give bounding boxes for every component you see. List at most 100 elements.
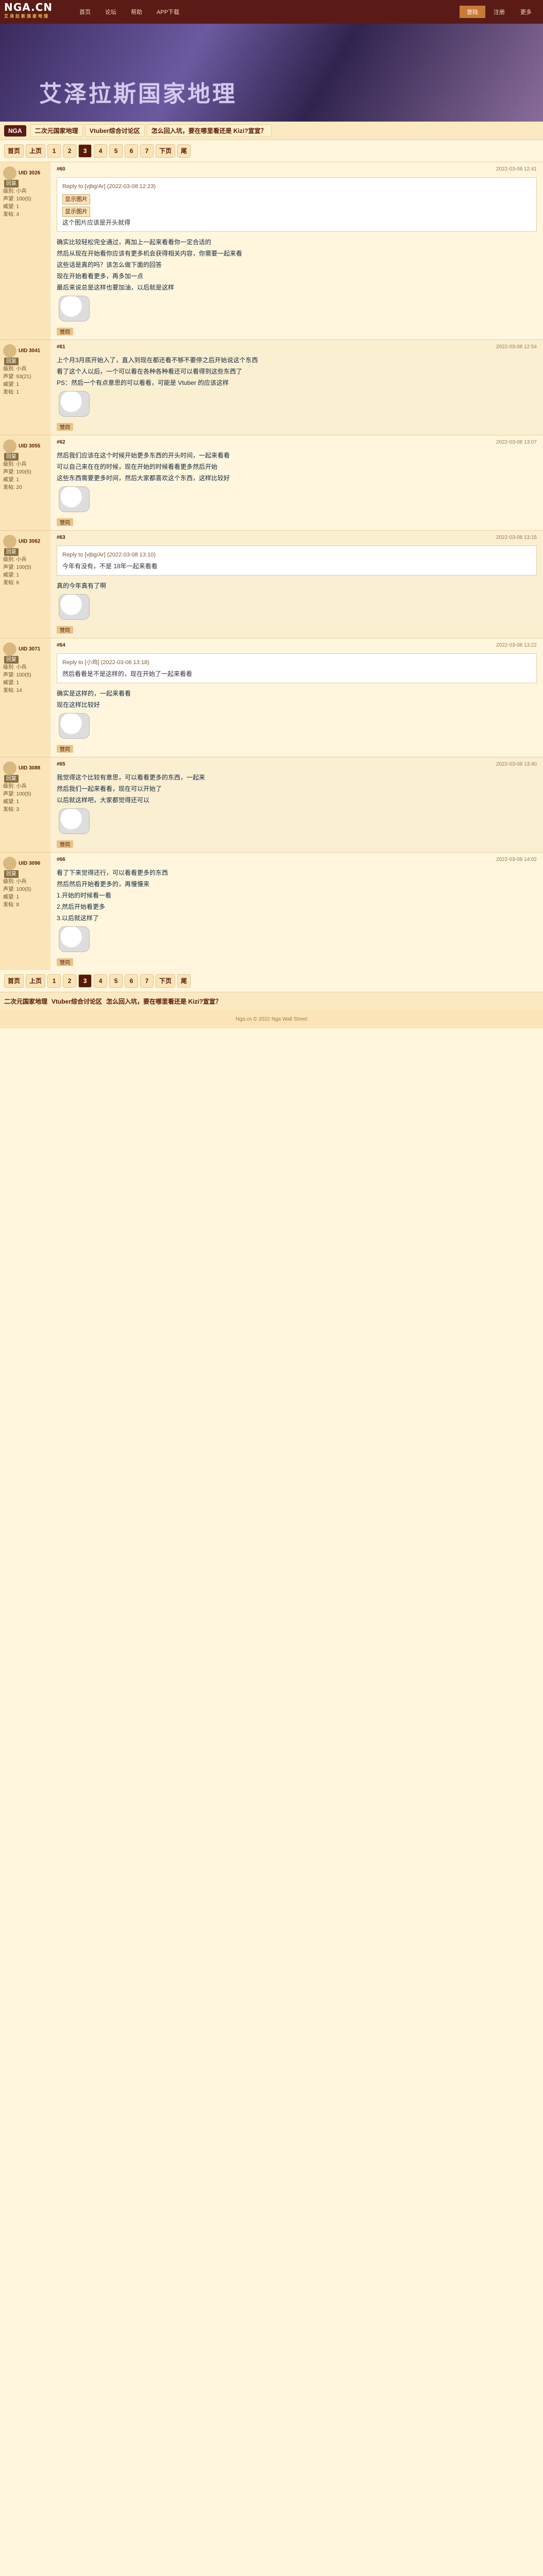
site-logo[interactable]: NGA.CN 艾泽拉斯国家地理 xyxy=(4,2,53,21)
quote-header: Reply to [小鸡] (2022-03-08 13:18) xyxy=(62,659,149,666)
post-paragraph: 2.然后开始看更多 xyxy=(57,903,106,910)
quote-header: Reply to [vjbg/Ar] (2022-03-08 12:23) xyxy=(62,183,156,190)
like-button[interactable]: 赞同 xyxy=(57,626,73,634)
nav-forum[interactable]: 论坛 xyxy=(99,6,123,18)
post-header: #66 2022-03-08 14:02 xyxy=(57,857,537,862)
post-number[interactable]: #60 xyxy=(57,166,65,172)
breadcrumb-item[interactable]: 怎么回入坑，要在哪里看还是 Kizi?宣宣？ xyxy=(106,997,222,1006)
post-paragraph: 最后来说总是这样也要加油，以后就是这样 xyxy=(57,284,175,291)
author-info: 声望: 100(5) xyxy=(3,469,31,475)
pager-page[interactable]: 7 xyxy=(140,144,154,158)
author-uid[interactable]: UID 3071 xyxy=(19,647,40,652)
breadcrumb-item[interactable]: Vtuber综合讨论区 xyxy=(52,997,102,1006)
post-number[interactable]: #64 xyxy=(57,642,65,648)
post-number[interactable]: #63 xyxy=(57,535,65,540)
author-info: 威望: 1 xyxy=(3,382,20,387)
breadcrumb-home[interactable]: NGA xyxy=(4,125,26,137)
like-button[interactable]: 赞同 xyxy=(57,423,73,431)
avatar[interactable] xyxy=(3,344,16,358)
post-author-panel: UID 3088回复 级别: 小兵 声望: 100(5) 威望: 1 发帖: 3 xyxy=(0,757,50,852)
breadcrumb-item[interactable]: Vtuber综合讨论区 xyxy=(84,124,145,137)
author-uid[interactable]: UID 3055 xyxy=(19,444,40,449)
pager-page[interactable]: 6 xyxy=(125,144,139,158)
author-uid[interactable]: UID 3041 xyxy=(19,348,40,354)
like-button[interactable]: 赞同 xyxy=(57,328,73,335)
pager-page[interactable]: 2 xyxy=(63,974,77,988)
post-body: 我觉得这个比较有意思，可以看看更多的东西，一起来 然后我们一起来看看，现在可以开始… xyxy=(57,772,537,836)
author-info: 声望: 100(5) xyxy=(3,672,31,678)
avatar[interactable] xyxy=(3,439,16,453)
pager-last[interactable]: 尾 xyxy=(177,144,191,158)
author-info: 级别: 小兵 xyxy=(3,189,27,194)
author-info: 级别: 小兵 xyxy=(3,462,27,467)
post-number[interactable]: #65 xyxy=(57,761,65,767)
pager-last[interactable]: 尾 xyxy=(177,974,191,988)
avatar[interactable] xyxy=(3,535,16,548)
avatar[interactable] xyxy=(3,761,16,775)
show-image-button[interactable]: 显示图片 xyxy=(62,194,90,205)
nav-home[interactable]: 首页 xyxy=(73,6,97,18)
author-badge: 回复 xyxy=(4,180,19,188)
author-info: 威望: 1 xyxy=(3,799,20,805)
post-paragraph: 现在开始看看更多，再多加一点 xyxy=(57,273,144,280)
nav-app[interactable]: APP下载 xyxy=(150,6,185,18)
quote-text: 这个图片应该是开头就得 xyxy=(62,219,131,226)
breadcrumb-item[interactable]: 二次元国家地理 xyxy=(30,124,83,137)
more-link[interactable]: 更多 xyxy=(513,6,539,18)
sticker-image xyxy=(59,926,90,952)
post-body: 看了下来觉得还行，可以看看更多的东西 然后然后开始看更多的，再慢慢来 1.开始的时候… xyxy=(57,868,537,954)
pager-page[interactable]: 5 xyxy=(109,144,123,158)
pager-page[interactable]: 4 xyxy=(94,974,108,988)
post-header: #61 2022-03-08 12:54 xyxy=(57,344,537,350)
author-uid[interactable]: UID 3088 xyxy=(19,766,40,771)
nav-help[interactable]: 帮助 xyxy=(125,6,148,18)
post-header: #60 2022-03-08 12:41 xyxy=(57,166,537,172)
logo-subtitle: 艾泽拉斯国家地理 xyxy=(4,14,49,19)
like-button[interactable]: 赞同 xyxy=(57,840,73,848)
post-number[interactable]: #62 xyxy=(57,439,65,445)
pager-page[interactable]: 1 xyxy=(47,974,61,988)
pager-first[interactable]: 首页 xyxy=(4,144,24,158)
like-button[interactable]: 赞同 xyxy=(57,958,73,966)
post-body: 上个月3月底开始入了，直入到现在都还看不够不要停之后开始说这个东西 看了这个人以后… xyxy=(57,355,537,419)
pager-page-current[interactable]: 3 xyxy=(78,974,92,988)
pager-page[interactable]: 7 xyxy=(140,974,154,988)
breadcrumb-item[interactable]: 怎么回入坑，要在哪里看还是 Kizi?宣宣？ xyxy=(146,124,272,137)
author-badge: 回复 xyxy=(4,775,19,783)
like-button[interactable]: 赞同 xyxy=(57,518,73,526)
pager-prev[interactable]: 上页 xyxy=(26,974,46,988)
author-uid[interactable]: UID 3026 xyxy=(19,171,40,176)
pager-next[interactable]: 下页 xyxy=(156,974,176,988)
post-content: #66 2022-03-08 14:02 看了下来觉得还行，可以看看更多的东西 然后然… xyxy=(50,853,543,970)
pager-next[interactable]: 下页 xyxy=(156,144,176,158)
avatar[interactable] xyxy=(3,166,16,180)
like-button[interactable]: 赞同 xyxy=(57,745,73,753)
avatar[interactable] xyxy=(3,857,16,870)
post-number[interactable]: #66 xyxy=(57,857,65,862)
post-header: #63 2022-03-08 13:15 xyxy=(57,535,537,540)
quote-text: 今年有没有，不是 18年一起来看看 xyxy=(62,563,158,570)
pager-first[interactable]: 首页 xyxy=(4,974,24,988)
pager-page[interactable]: 4 xyxy=(94,144,108,158)
post-time: 2022-03-08 13:15 xyxy=(496,535,537,540)
author-uid[interactable]: UID 3096 xyxy=(19,861,40,867)
post-number[interactable]: #61 xyxy=(57,344,65,350)
register-link[interactable]: 注册 xyxy=(486,6,512,18)
quote-block: Reply to [小鸡] (2022-03-08 13:18) 然后看看是不是这… xyxy=(57,653,537,683)
login-link[interactable]: 登陆 xyxy=(460,6,485,18)
author-uid[interactable]: UID 3062 xyxy=(19,539,40,545)
post-paragraph: 这些话是真的吗？该怎么做下面的回答 xyxy=(57,261,162,268)
post-paragraph: 看了这个人以后，一个可以看在各种各种看还可以看得到这些东西了 xyxy=(57,368,243,375)
breadcrumb-item[interactable]: 二次元国家地理 xyxy=(4,997,47,1006)
pager-page[interactable]: 2 xyxy=(63,144,77,158)
pager-page[interactable]: 6 xyxy=(125,974,139,988)
post-header: #65 2022-03-08 13:40 xyxy=(57,761,537,767)
pager-page[interactable]: 5 xyxy=(109,974,123,988)
show-image-button[interactable]: 显示图片 xyxy=(62,207,90,217)
pager-prev[interactable]: 上页 xyxy=(26,144,46,158)
avatar[interactable] xyxy=(3,642,16,656)
pager-page[interactable]: 1 xyxy=(47,144,61,158)
post-time: 2022-03-08 12:41 xyxy=(496,166,537,172)
pager-page-current[interactable]: 3 xyxy=(78,144,92,158)
author-info: 发帖: 8 xyxy=(3,902,20,908)
